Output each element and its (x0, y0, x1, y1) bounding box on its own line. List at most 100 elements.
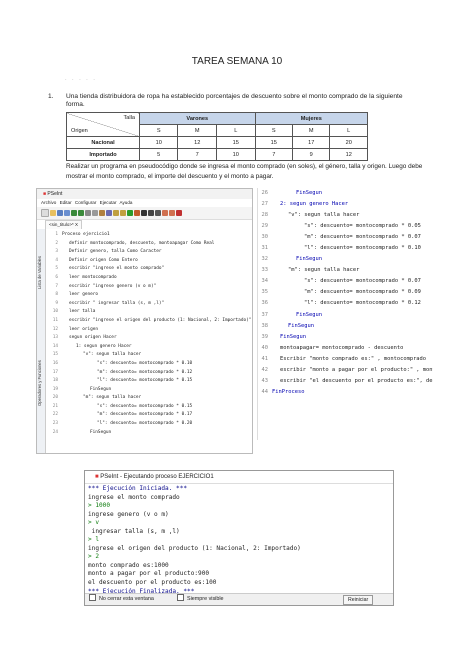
code-text: escribir "ingrese genero (v o m)" (69, 283, 157, 289)
console-output: *** Ejecución Iniciada. *** ingrese el mo… (88, 485, 388, 596)
always-visible-checkbox[interactable] (177, 594, 184, 601)
paste-icon[interactable] (99, 210, 105, 216)
new-icon[interactable] (41, 209, 49, 217)
side-panel: Lista de Variables Operadores y Funcione… (37, 229, 46, 453)
code-editor[interactable]: 1 Proceso ejercicio1 2 definir montocomprad… (49, 231, 252, 438)
corner-bottom-label: Origen (71, 128, 88, 134)
instructions-paragraph: Realizar un programa en pseudocódigo don… (66, 163, 423, 180)
no-close-checkbox[interactable] (89, 594, 96, 601)
run-icon[interactable] (127, 210, 133, 216)
ide-window: ■ PSeInt Archivo Editar Configurar Ejecu… (36, 188, 253, 454)
code-text: "s": descuento= montocomprado * 0.05 (304, 223, 421, 230)
always-visible-option[interactable]: Siempre visible (177, 594, 224, 605)
code-text: "s": descuento= montocomprado * 0.07 (304, 278, 421, 285)
redo-icon[interactable] (78, 210, 84, 216)
table-cell: 10 (138, 136, 179, 149)
copy-icon[interactable] (92, 210, 98, 216)
side-label-variables[interactable]: Lista de Variables (37, 231, 45, 315)
no-close-option[interactable]: No cerrar esta ventana (89, 594, 154, 605)
line-number: 17 (52, 369, 58, 375)
console-title: ■ PSeInt - Ejecutando proceso EJERCICIO1 (85, 471, 393, 484)
code-text: escribir "ingrese el monto comprado" (69, 266, 165, 272)
restart-button[interactable]: Reiniciar (343, 595, 374, 605)
profile-icon[interactable] (162, 210, 168, 216)
code-text: definir montocomprado, descuento, montoa… (69, 240, 215, 246)
row-label: Importado (66, 148, 140, 161)
flowchart-icon[interactable] (141, 210, 147, 216)
save-icon[interactable] (57, 210, 63, 216)
code-text: leer montocomprado (69, 274, 117, 280)
code-text: leer origen (69, 326, 99, 332)
console-line: ingrese el origen del producto (1: Nacio… (88, 544, 301, 552)
code-line: 6 leer montocomprado (49, 274, 249, 283)
code-text: "l": descuento= montocomprado * 0.20 (97, 421, 193, 427)
search-icon[interactable] (113, 210, 119, 216)
undo-icon[interactable] (71, 210, 77, 216)
table-cell: 12 (177, 136, 217, 149)
indent-icon[interactable] (106, 210, 112, 216)
code-line: 11 escribir "ingrese el origen del produc… (49, 317, 252, 326)
line-number: 12 (52, 326, 58, 332)
code-line: 30 "m": descuento= montocomprado * 0.07 (258, 232, 433, 243)
table-cell: 10 (215, 148, 256, 161)
size-header: S (138, 124, 179, 137)
cut-icon[interactable] (85, 210, 91, 216)
line-number: 2 (55, 240, 58, 246)
code-line: 37 FinSegun (258, 310, 433, 321)
size-header: L (215, 124, 256, 137)
table-cell: 5 (138, 148, 179, 161)
code-text: segun origen Hacer (69, 335, 117, 341)
line-number: 15 (52, 352, 58, 358)
size-header: M (177, 124, 217, 137)
menu-item-ayuda[interactable]: Ayuda (120, 200, 133, 205)
tool-icon[interactable] (155, 210, 161, 216)
code-line: 10 leer talla (49, 308, 249, 317)
line-number: 35 (261, 289, 269, 296)
code-text: FinSegun (296, 256, 322, 263)
console-line: ingrese el monto comprado (88, 493, 180, 501)
table-cell: 7 (254, 148, 294, 161)
save-as-icon[interactable] (64, 210, 70, 216)
editor-tab[interactable]: <sin_titulo>* X (45, 220, 83, 229)
line-number: 18 (52, 378, 58, 384)
code-text: escribir "el descuento por el producto e… (280, 377, 433, 384)
code-text: FinProceso (272, 388, 305, 395)
code-line: 9 escribir " ingresar talla (s, m ,l)" (49, 300, 249, 309)
line-number: 4 (55, 257, 58, 263)
line-number: 26 (261, 190, 269, 196)
menu-item-ejecutar[interactable]: Ejecutar (100, 200, 117, 205)
step-icon[interactable] (134, 210, 140, 216)
console-line: > l (88, 536, 100, 544)
code-line: 33 "m": segun talla hacer (258, 265, 433, 276)
decorative-dots: · · · · · (65, 77, 97, 83)
help-icon[interactable] (176, 210, 182, 216)
code-line: 16 "s": descuento= montocomprado * 0.10 (49, 360, 249, 369)
code-line: 8 leer genero (49, 291, 249, 300)
side-label-operators[interactable]: Operadores y Funciones (37, 335, 45, 431)
code-text: FinSegun (90, 429, 112, 435)
code-text: FinSegun (296, 311, 322, 318)
doc-icon[interactable] (169, 210, 175, 216)
line-number: 21 (52, 403, 58, 409)
code-line: 7 escribir "ingrese genero (v o m)" (49, 283, 249, 292)
code-text: "s": descuento= montocomprado * 0.10 (97, 360, 193, 366)
code-line: 38 FinSegun (258, 321, 433, 332)
code-line: 24 FinSegun (49, 429, 249, 438)
line-number: 44 (261, 388, 269, 395)
code-line: 26 FinSegun (258, 188, 433, 199)
code-text: "s": descuento= montocomprado * 0.15 (97, 403, 193, 409)
menu-item-configurar[interactable]: Configurar (75, 200, 96, 205)
menu-item-archivo[interactable]: Archivo (41, 200, 56, 205)
menu-item-editar[interactable]: Editar (60, 200, 72, 205)
code-line: 17 "m": descuento= montocomprado * 0.12 (49, 369, 249, 378)
open-icon[interactable] (50, 210, 56, 216)
table-cell: 15 (254, 136, 294, 149)
line-number: 1 (55, 232, 58, 237)
code-line: 21 "s": descuento= montocomprado * 0.15 (49, 403, 249, 412)
code-line: 29 "s": descuento= montocomprado * 0.05 (258, 221, 433, 232)
zoom-icon[interactable] (120, 210, 126, 216)
table-cell: 9 (291, 148, 331, 161)
code-line: 28 "v": segun talla hacer (258, 210, 433, 221)
export-icon[interactable] (148, 210, 154, 216)
line-number: 31 (261, 245, 269, 252)
